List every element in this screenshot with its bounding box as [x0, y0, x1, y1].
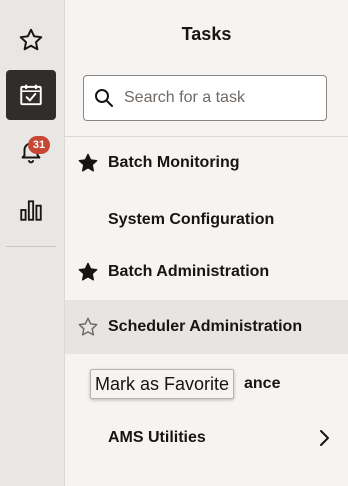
task-item-ams-utilities[interactable]: AMS Utilities — [65, 411, 348, 465]
app: 31 Tasks Search for a task Batch Monitor… — [0, 0, 348, 486]
analytics-button[interactable] — [6, 185, 56, 235]
panel-title: Tasks — [181, 24, 232, 44]
bar-chart-icon — [18, 197, 44, 223]
task-label: Batch Administration — [108, 263, 270, 280]
tasks-panel: Tasks Search for a task Batch Monitoring… — [65, 0, 348, 486]
task-label: Scheduler Administration — [108, 318, 303, 335]
task-item-system-configuration[interactable]: System Configuration — [65, 193, 348, 247]
navigation-rail: 31 — [0, 0, 65, 486]
tasks-button[interactable] — [6, 70, 56, 120]
star-outline-icon — [18, 27, 44, 53]
calendar-check-icon — [18, 82, 44, 108]
task-item-batch-monitoring[interactable]: Batch Monitoring — [65, 136, 348, 190]
task-label: ance — [244, 375, 281, 392]
task-label: System Configuration — [108, 211, 275, 228]
task-item-scheduler-administration[interactable]: Scheduler Administration — [65, 300, 348, 354]
task-item-batch-administration[interactable]: Batch Administration — [65, 245, 348, 299]
chevron-right-icon[interactable] — [318, 428, 332, 448]
task-label: Batch Monitoring — [108, 154, 240, 171]
favorites-button[interactable] — [6, 15, 56, 65]
rail-divider — [6, 246, 56, 247]
favorite-tooltip: Mark as Favorite — [90, 369, 235, 399]
star-filled-icon[interactable] — [77, 261, 99, 283]
task-label: AMS Utilities — [108, 429, 206, 446]
star-filled-icon[interactable] — [77, 152, 99, 174]
search-input[interactable]: Search for a task — [83, 75, 327, 121]
notification-count-badge: 31 — [28, 136, 50, 154]
search-icon — [94, 88, 114, 108]
search-placeholder: Search for a task — [124, 89, 245, 106]
star-outline-icon[interactable] — [77, 316, 99, 338]
